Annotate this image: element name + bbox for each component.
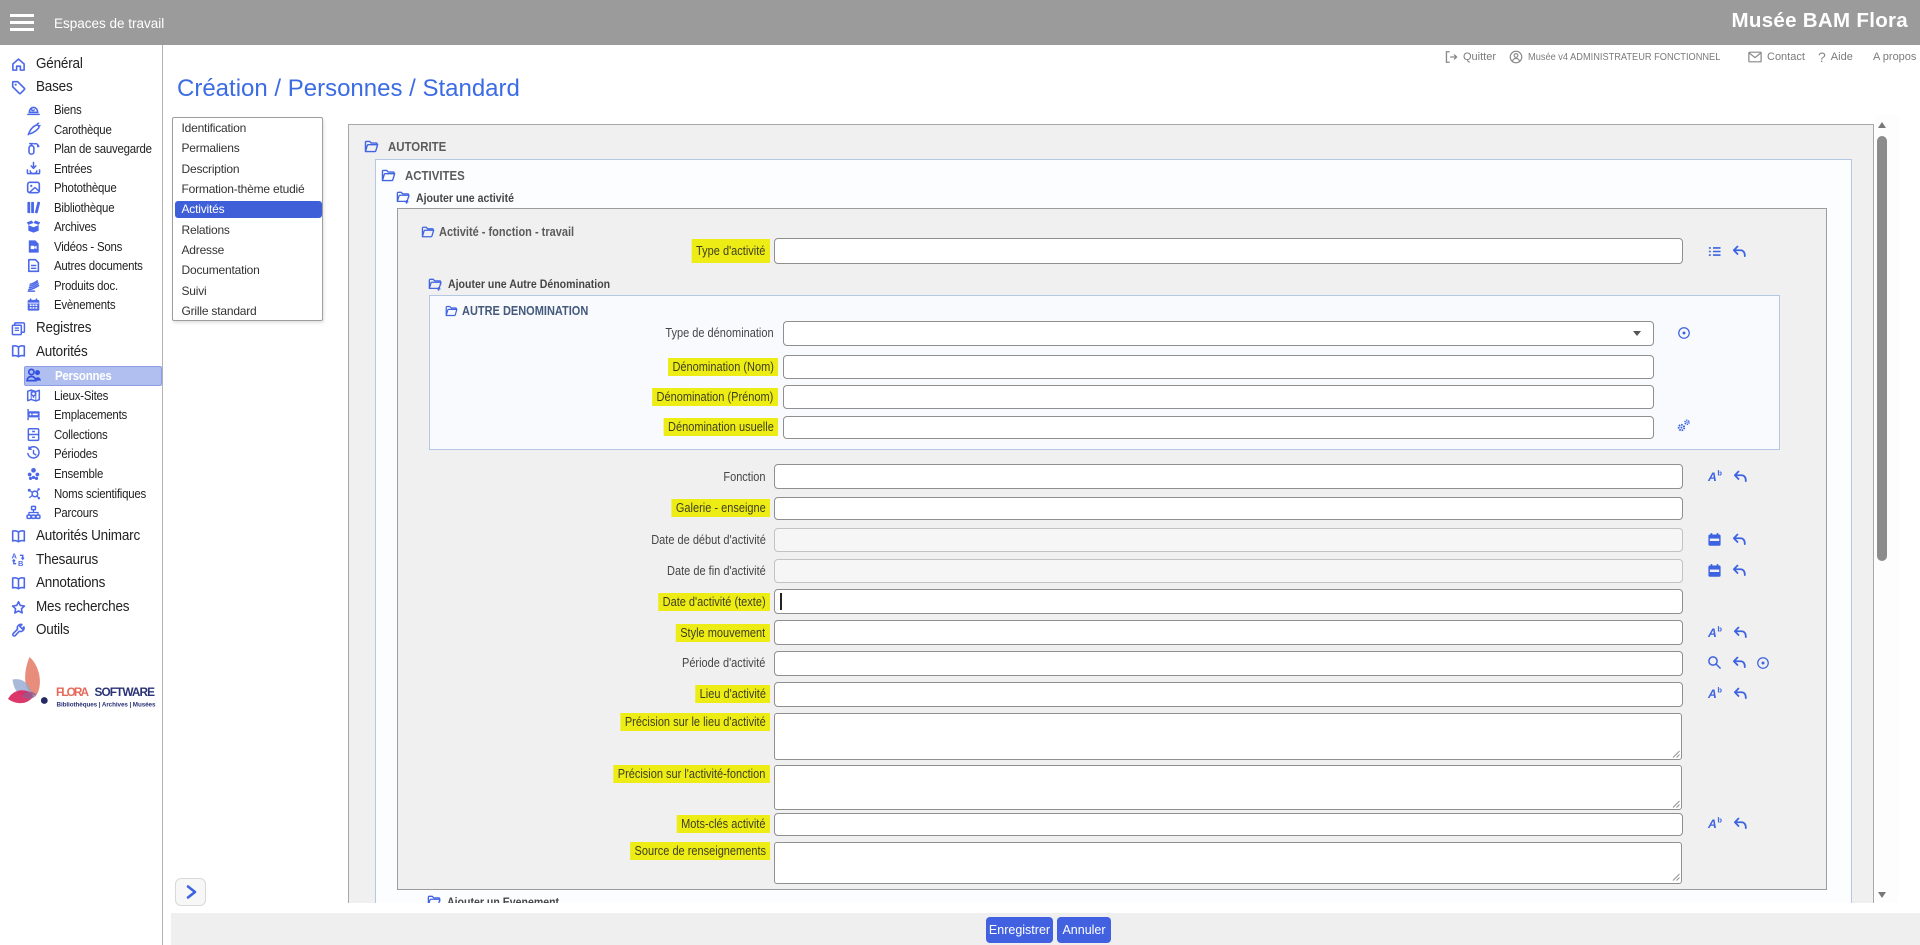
svg-text:A: A: [1707, 817, 1717, 831]
svg-text:A: A: [1707, 626, 1717, 640]
svg-text:B: B: [18, 559, 24, 567]
svg-text:b: b: [1717, 686, 1722, 695]
svg-text:SOFTWARE: SOFTWARE: [95, 685, 156, 699]
svg-text:b: b: [1717, 469, 1722, 478]
svg-text:A: A: [1707, 687, 1717, 701]
svg-text:b: b: [1717, 625, 1722, 634]
svg-text:b: b: [1717, 816, 1722, 825]
svg-text:FLORA: FLORA: [56, 685, 89, 699]
svg-text:Bibliothèques | Archives | Mus: Bibliothèques | Archives | Musées: [57, 702, 156, 709]
svg-text:A: A: [1707, 470, 1717, 484]
svg-text:A: A: [11, 552, 17, 561]
